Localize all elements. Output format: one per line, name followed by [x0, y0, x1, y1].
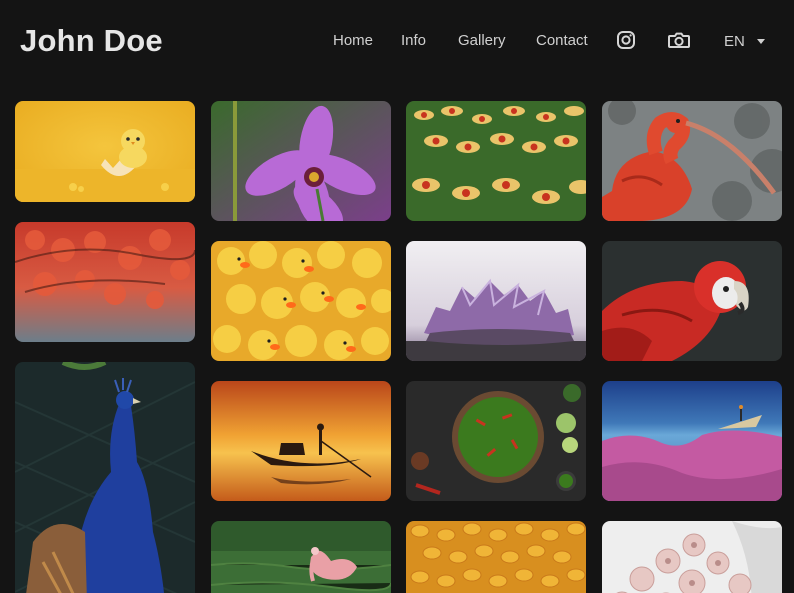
gallery-photo-macaw[interactable]: [602, 241, 782, 361]
gallery-photo-rubber-ducks[interactable]: [211, 241, 391, 361]
gallery-photo-pink-landscape[interactable]: [602, 381, 782, 501]
nav-info[interactable]: Info: [401, 32, 426, 50]
header: John Doe Home Info Gallery Contact EN: [0, 0, 794, 82]
gallery-photo-chick[interactable]: [15, 101, 195, 202]
gallery-photo-pink-flower[interactable]: [211, 101, 391, 221]
gallery-photo-green-soup[interactable]: [406, 381, 586, 501]
gallery-photo-pasta[interactable]: [406, 521, 586, 593]
gallery-photo-scarlet-ibis[interactable]: [602, 101, 782, 221]
language-label: EN: [724, 32, 745, 50]
instagram-icon[interactable]: [616, 30, 640, 52]
nav-gallery[interactable]: Gallery: [458, 32, 506, 50]
gallery-photo-red-leaves[interactable]: [15, 222, 195, 342]
gallery-photo-flamingo[interactable]: [211, 521, 391, 593]
gallery-photo-amethyst[interactable]: [406, 241, 586, 361]
chevron-down-icon: [756, 38, 765, 44]
page: John Doe Home Info Gallery Contact EN: [0, 0, 794, 593]
gallery-photo-peacock[interactable]: [15, 362, 195, 593]
nav-contact[interactable]: Contact: [536, 32, 588, 50]
nav-home[interactable]: Home: [333, 32, 373, 50]
language-selector[interactable]: EN: [724, 31, 765, 51]
gallery-photo-boat-sunset[interactable]: [211, 381, 391, 501]
gallery-photo-roses[interactable]: [602, 521, 782, 593]
gallery-photo-yellow-flowers-field[interactable]: [406, 101, 586, 221]
camera-icon[interactable]: [667, 30, 691, 52]
